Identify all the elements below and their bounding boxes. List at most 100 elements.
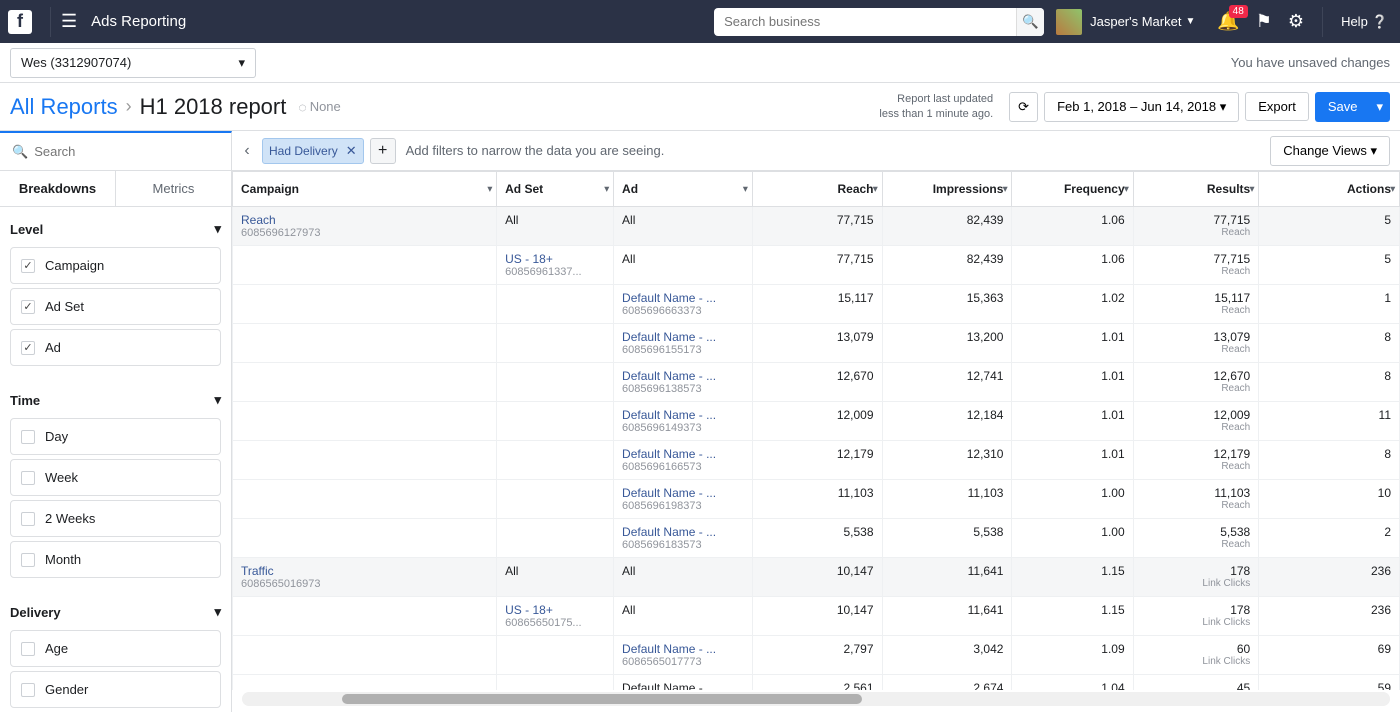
- col-impressions[interactable]: Impressions▾: [882, 172, 1012, 207]
- search-button[interactable]: 🔍: [1016, 8, 1044, 36]
- cell-ad[interactable]: Default Name - ...6085696183573: [614, 519, 753, 558]
- col-ad[interactable]: Ad▾: [614, 172, 753, 207]
- table-row[interactable]: Default Name - ...608569614937312,00912,…: [233, 402, 1400, 441]
- avatar[interactable]: [1056, 9, 1082, 35]
- cell-ad-set[interactable]: [497, 636, 614, 675]
- table-row[interactable]: Default Name - ...608569666337315,11715,…: [233, 285, 1400, 324]
- export-button[interactable]: Export: [1245, 92, 1309, 121]
- table-row[interactable]: US - 18+60865650175...All10,14711,6411.1…: [233, 597, 1400, 636]
- cell-campaign[interactable]: [233, 441, 497, 480]
- settings-gear-icon[interactable]: ⚙: [1288, 11, 1304, 32]
- schedule-none[interactable]: ◌None: [298, 99, 340, 115]
- cell-campaign[interactable]: [233, 324, 497, 363]
- table-row[interactable]: US - 18+60856961337...All77,71582,4391.0…: [233, 246, 1400, 285]
- col-frequency[interactable]: Frequency▾: [1012, 172, 1133, 207]
- cell-campaign[interactable]: [233, 480, 497, 519]
- table-row[interactable]: Default Name - ...608569619837311,10311,…: [233, 480, 1400, 519]
- section-level[interactable]: Level▾: [10, 215, 221, 243]
- cell-campaign[interactable]: [233, 675, 497, 691]
- change-views-button[interactable]: Change Views ▾: [1270, 136, 1390, 166]
- cell-ad[interactable]: Default Name - ...6085696155173: [614, 324, 753, 363]
- table-row[interactable]: Default Name - ...2,5612,6741.044559: [233, 675, 1400, 691]
- cell-ad-set[interactable]: US - 18+60865650175...: [497, 597, 614, 636]
- section-time[interactable]: Time▾: [10, 386, 221, 414]
- cell-campaign[interactable]: [233, 636, 497, 675]
- ad-account-selector[interactable]: Wes (3312907074)▾: [10, 48, 256, 78]
- cell-ad-set[interactable]: All: [497, 558, 614, 597]
- cell-ad-set[interactable]: [497, 480, 614, 519]
- cell-ad-set[interactable]: [497, 285, 614, 324]
- cell-campaign[interactable]: [233, 402, 497, 441]
- section-delivery[interactable]: Delivery▾: [10, 598, 221, 626]
- table-row[interactable]: Default Name - ...60865650177732,7973,04…: [233, 636, 1400, 675]
- sidebar-search[interactable]: 🔍: [0, 131, 232, 171]
- delivery-age[interactable]: Age: [10, 630, 221, 667]
- cell-campaign[interactable]: [233, 246, 497, 285]
- notifications-icon[interactable]: 🔔48: [1217, 11, 1239, 32]
- sidebar-search-input[interactable]: [34, 144, 219, 159]
- time-day[interactable]: Day: [10, 418, 221, 455]
- col-ad-set[interactable]: Ad Set▾: [497, 172, 614, 207]
- cell-ad[interactable]: Default Name - ...6086565017773: [614, 636, 753, 675]
- cell-ad-set[interactable]: US - 18+60856961337...: [497, 246, 614, 285]
- col-actions[interactable]: Actions▾: [1259, 172, 1400, 207]
- time-month[interactable]: Month: [10, 541, 221, 578]
- cell-ad-set[interactable]: [497, 402, 614, 441]
- tab-breakdowns[interactable]: Breakdowns: [0, 171, 116, 206]
- table-row[interactable]: Default Name - ...60856961835735,5385,53…: [233, 519, 1400, 558]
- col-campaign[interactable]: Campaign▾: [233, 172, 497, 207]
- cell-ad[interactable]: All: [614, 246, 753, 285]
- user-menu-caret-icon[interactable]: ▼: [1185, 16, 1195, 27]
- business-search-input[interactable]: [714, 14, 1016, 29]
- cell-ad[interactable]: All: [614, 207, 753, 246]
- breadcrumb-all-reports[interactable]: All Reports: [10, 94, 118, 120]
- col-reach[interactable]: Reach▾: [752, 172, 882, 207]
- delivery-gender[interactable]: Gender: [10, 671, 221, 708]
- refresh-button[interactable]: ⟳: [1009, 92, 1038, 122]
- cell-campaign[interactable]: [233, 285, 497, 324]
- cell-campaign[interactable]: [233, 519, 497, 558]
- table-row[interactable]: Default Name - ...608569613857312,67012,…: [233, 363, 1400, 402]
- save-dropdown-button[interactable]: ▾: [1369, 92, 1390, 122]
- tab-metrics[interactable]: Metrics: [116, 171, 231, 206]
- help-link[interactable]: Help❔: [1341, 14, 1392, 30]
- cell-campaign[interactable]: Reach6085696127973: [233, 207, 497, 246]
- collapse-sidebar-button[interactable]: ‹: [232, 131, 262, 171]
- flag-icon[interactable]: ⚑: [1256, 11, 1272, 32]
- cell-ad-set[interactable]: [497, 441, 614, 480]
- col-results[interactable]: Results▾: [1133, 172, 1259, 207]
- cell-campaign[interactable]: Traffic6086565016973: [233, 558, 497, 597]
- cell-ad[interactable]: Default Name - ...6085696663373: [614, 285, 753, 324]
- cell-ad[interactable]: Default Name - ...6085696138573: [614, 363, 753, 402]
- cell-ad[interactable]: All: [614, 597, 753, 636]
- table-row[interactable]: Traffic6086565016973AllAll10,14711,6411.…: [233, 558, 1400, 597]
- date-range-selector[interactable]: Feb 1, 2018 – Jun 14, 2018 ▾: [1044, 92, 1239, 122]
- level-campaign[interactable]: Campaign: [10, 247, 221, 284]
- table-row[interactable]: Default Name - ...608569615517313,07913,…: [233, 324, 1400, 363]
- cell-campaign[interactable]: [233, 363, 497, 402]
- cell-ad[interactable]: Default Name - ...6085696166573: [614, 441, 753, 480]
- cell-ad[interactable]: Default Name - ...6085696198373: [614, 480, 753, 519]
- horizontal-scrollbar[interactable]: [242, 692, 1390, 706]
- time-week[interactable]: Week: [10, 459, 221, 496]
- table-row[interactable]: Default Name - ...608569616657312,17912,…: [233, 441, 1400, 480]
- cell-ad-set[interactable]: [497, 324, 614, 363]
- cell-ad-set[interactable]: [497, 363, 614, 402]
- remove-filter-icon[interactable]: ✕: [346, 143, 357, 159]
- facebook-logo-icon[interactable]: f: [8, 10, 32, 34]
- cell-ad[interactable]: Default Name - ...: [614, 675, 753, 691]
- add-filter-button[interactable]: +: [370, 138, 396, 164]
- menu-icon[interactable]: ☰: [61, 11, 77, 32]
- level-ad[interactable]: Ad: [10, 329, 221, 366]
- cell-ad-set[interactable]: All: [497, 207, 614, 246]
- cell-campaign[interactable]: [233, 597, 497, 636]
- level-ad-set[interactable]: Ad Set: [10, 288, 221, 325]
- table-row[interactable]: Reach6085696127973AllAll77,71582,4391.06…: [233, 207, 1400, 246]
- cell-ad-set[interactable]: [497, 675, 614, 691]
- save-button[interactable]: Save: [1315, 92, 1370, 122]
- user-name[interactable]: Jasper's Market: [1090, 14, 1181, 29]
- business-search[interactable]: 🔍: [714, 8, 1044, 36]
- filter-chip-had-delivery[interactable]: Had Delivery✕: [262, 138, 364, 164]
- cell-ad[interactable]: All: [614, 558, 753, 597]
- time-2-weeks[interactable]: 2 Weeks: [10, 500, 221, 537]
